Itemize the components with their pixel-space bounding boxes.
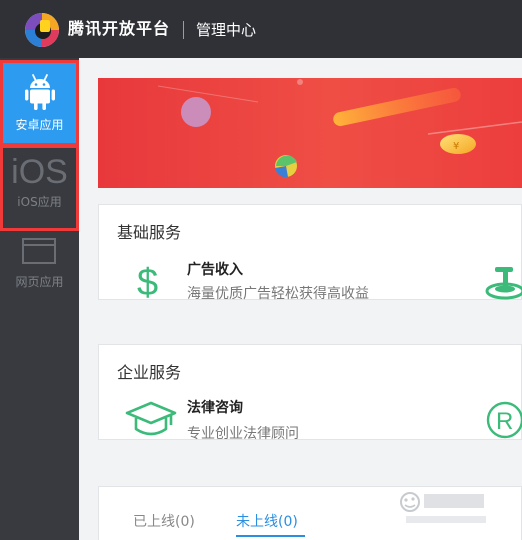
ios-icon: iOS — [11, 153, 68, 191]
sidebar-item-label: iOS应用 — [17, 195, 62, 209]
basic-services-card: 基础服务 $ 广告收入 海量优质广告轻松获得高收益 — [98, 204, 522, 302]
graduation-cap-icon[interactable] — [125, 399, 177, 441]
android-icon — [25, 74, 55, 110]
sidebar-item-label: 网页应用 — [15, 275, 64, 289]
svg-text:$: $ — [137, 262, 158, 301]
header-divider — [183, 21, 184, 39]
enterprise-services-card: 企业服务 法律咨询 专业创业法律顾问 R — [98, 344, 522, 442]
sidebar-item-label: 安卓应用 — [15, 118, 64, 132]
svg-text:R: R — [496, 408, 513, 435]
service-name[interactable]: 法律咨询 — [187, 399, 243, 417]
registered-trademark-icon[interactable]: R — [485, 399, 522, 441]
service-description: 海量优质广告轻松获得高收益 — [187, 286, 369, 302]
brand-name[interactable]: 腾讯开放平台 — [68, 19, 170, 39]
section-title: 管理中心 — [196, 21, 257, 39]
active-tab-underline — [236, 535, 305, 537]
svg-text:¥: ¥ — [453, 141, 459, 152]
tencent-logo-icon[interactable] — [24, 12, 60, 48]
watermark-logo — [400, 492, 486, 523]
dollar-icon[interactable]: $ — [135, 261, 165, 301]
sidebar-item-web[interactable]: 网页应用 — [3, 232, 76, 312]
card-title: 基础服务 — [117, 223, 182, 242]
sidebar-item-android[interactable]: 安卓应用 — [0, 60, 79, 146]
tab-online[interactable]: 已上线(0) — [133, 513, 195, 531]
card-title: 企业服务 — [117, 363, 182, 382]
service-description: 专业创业法律顾问 — [187, 426, 299, 442]
promo-banner[interactable]: ¥ — [98, 78, 522, 188]
sidebar-item-ios[interactable]: iOS iOS应用 — [0, 145, 79, 231]
banner-illustration: ¥ — [157, 79, 522, 178]
top-bar: 腾讯开放平台 管理中心 — [0, 0, 522, 58]
game-controller-icon[interactable] — [483, 261, 522, 301]
browser-window-icon — [22, 238, 56, 264]
tab-offline[interactable]: 未上线(0) — [236, 513, 298, 531]
service-name[interactable]: 广告收入 — [187, 261, 243, 279]
